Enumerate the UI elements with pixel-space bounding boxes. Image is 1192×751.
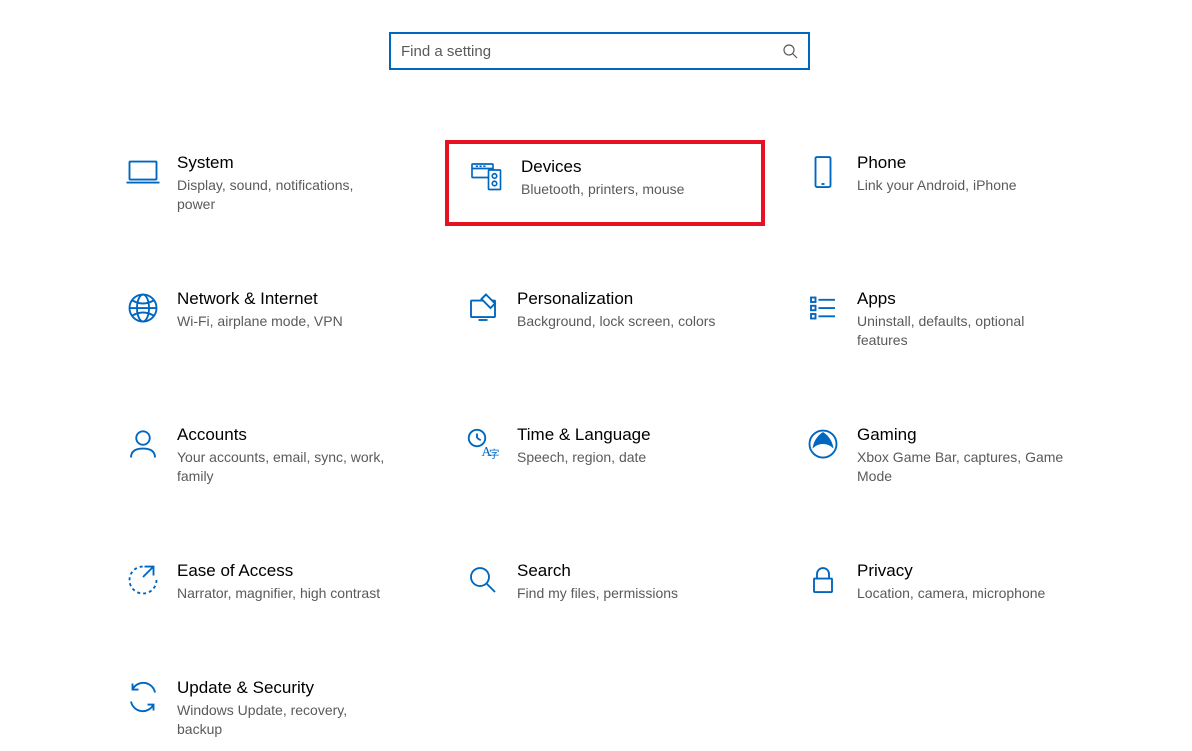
lock-icon <box>795 560 851 598</box>
tile-title: Accounts <box>177 424 413 446</box>
personalization-icon <box>455 288 511 326</box>
tile-title: Time & Language <box>517 424 753 446</box>
tile-title: Privacy <box>857 560 1093 582</box>
tile-update-security[interactable]: Update & Security Windows Update, recove… <box>105 665 425 751</box>
svg-text:字: 字 <box>489 448 500 461</box>
tile-desc: Windows Update, recovery, backup <box>177 701 387 739</box>
tile-title: Devices <box>521 156 749 178</box>
settings-grid: System Display, sound, notifications, po… <box>105 140 1105 751</box>
tile-desc: Your accounts, email, sync, work, family <box>177 448 387 486</box>
tile-search[interactable]: Search Find my files, permissions <box>445 548 765 615</box>
ease-of-access-icon <box>115 560 171 598</box>
tile-network[interactable]: Network & Internet Wi-Fi, airplane mode,… <box>105 276 425 362</box>
tile-title: Personalization <box>517 288 753 310</box>
tile-desc: Speech, region, date <box>517 448 727 467</box>
tile-title: Search <box>517 560 753 582</box>
tile-accounts[interactable]: Accounts Your accounts, email, sync, wor… <box>105 412 425 498</box>
devices-icon <box>459 156 515 194</box>
search-icon <box>782 43 798 59</box>
tile-title: Gaming <box>857 424 1093 446</box>
apps-icon <box>795 288 851 326</box>
magnifier-icon <box>455 560 511 598</box>
search-input[interactable] <box>401 43 782 60</box>
tile-devices[interactable]: Devices Bluetooth, printers, mouse <box>445 140 765 226</box>
tile-desc: Wi-Fi, airplane mode, VPN <box>177 312 387 331</box>
gaming-icon <box>795 424 851 462</box>
tile-desc: Find my files, permissions <box>517 584 727 603</box>
tile-desc: Link your Android, iPhone <box>857 176 1067 195</box>
system-icon <box>115 152 171 190</box>
tile-ease-of-access[interactable]: Ease of Access Narrator, magnifier, high… <box>105 548 425 615</box>
search-bar[interactable] <box>389 32 810 70</box>
tile-desc: Xbox Game Bar, captures, Game Mode <box>857 448 1067 486</box>
tile-desc: Narrator, magnifier, high contrast <box>177 584 387 603</box>
tile-time-language[interactable]: A 字 Time & Language Speech, region, date <box>445 412 765 498</box>
globe-icon <box>115 288 171 326</box>
tile-phone[interactable]: Phone Link your Android, iPhone <box>785 140 1105 226</box>
tile-desc: Display, sound, notifications, power <box>177 176 387 214</box>
tile-desc: Location, camera, microphone <box>857 584 1067 603</box>
tile-desc: Bluetooth, printers, mouse <box>521 180 731 199</box>
update-icon <box>115 677 171 715</box>
accounts-icon <box>115 424 171 462</box>
tile-apps[interactable]: Apps Uninstall, defaults, optional featu… <box>785 276 1105 362</box>
tile-title: Apps <box>857 288 1093 310</box>
tile-title: Network & Internet <box>177 288 413 310</box>
tile-title: Ease of Access <box>177 560 413 582</box>
tile-privacy[interactable]: Privacy Location, camera, microphone <box>785 548 1105 615</box>
tile-title: System <box>177 152 413 174</box>
phone-icon <box>795 152 851 190</box>
tile-title: Phone <box>857 152 1093 174</box>
tile-desc: Uninstall, defaults, optional features <box>857 312 1067 350</box>
tile-gaming[interactable]: Gaming Xbox Game Bar, captures, Game Mod… <box>785 412 1105 498</box>
tile-title: Update & Security <box>177 677 413 699</box>
tile-desc: Background, lock screen, colors <box>517 312 727 331</box>
time-language-icon: A 字 <box>455 424 511 462</box>
tile-system[interactable]: System Display, sound, notifications, po… <box>105 140 425 226</box>
tile-personalization[interactable]: Personalization Background, lock screen,… <box>445 276 765 362</box>
